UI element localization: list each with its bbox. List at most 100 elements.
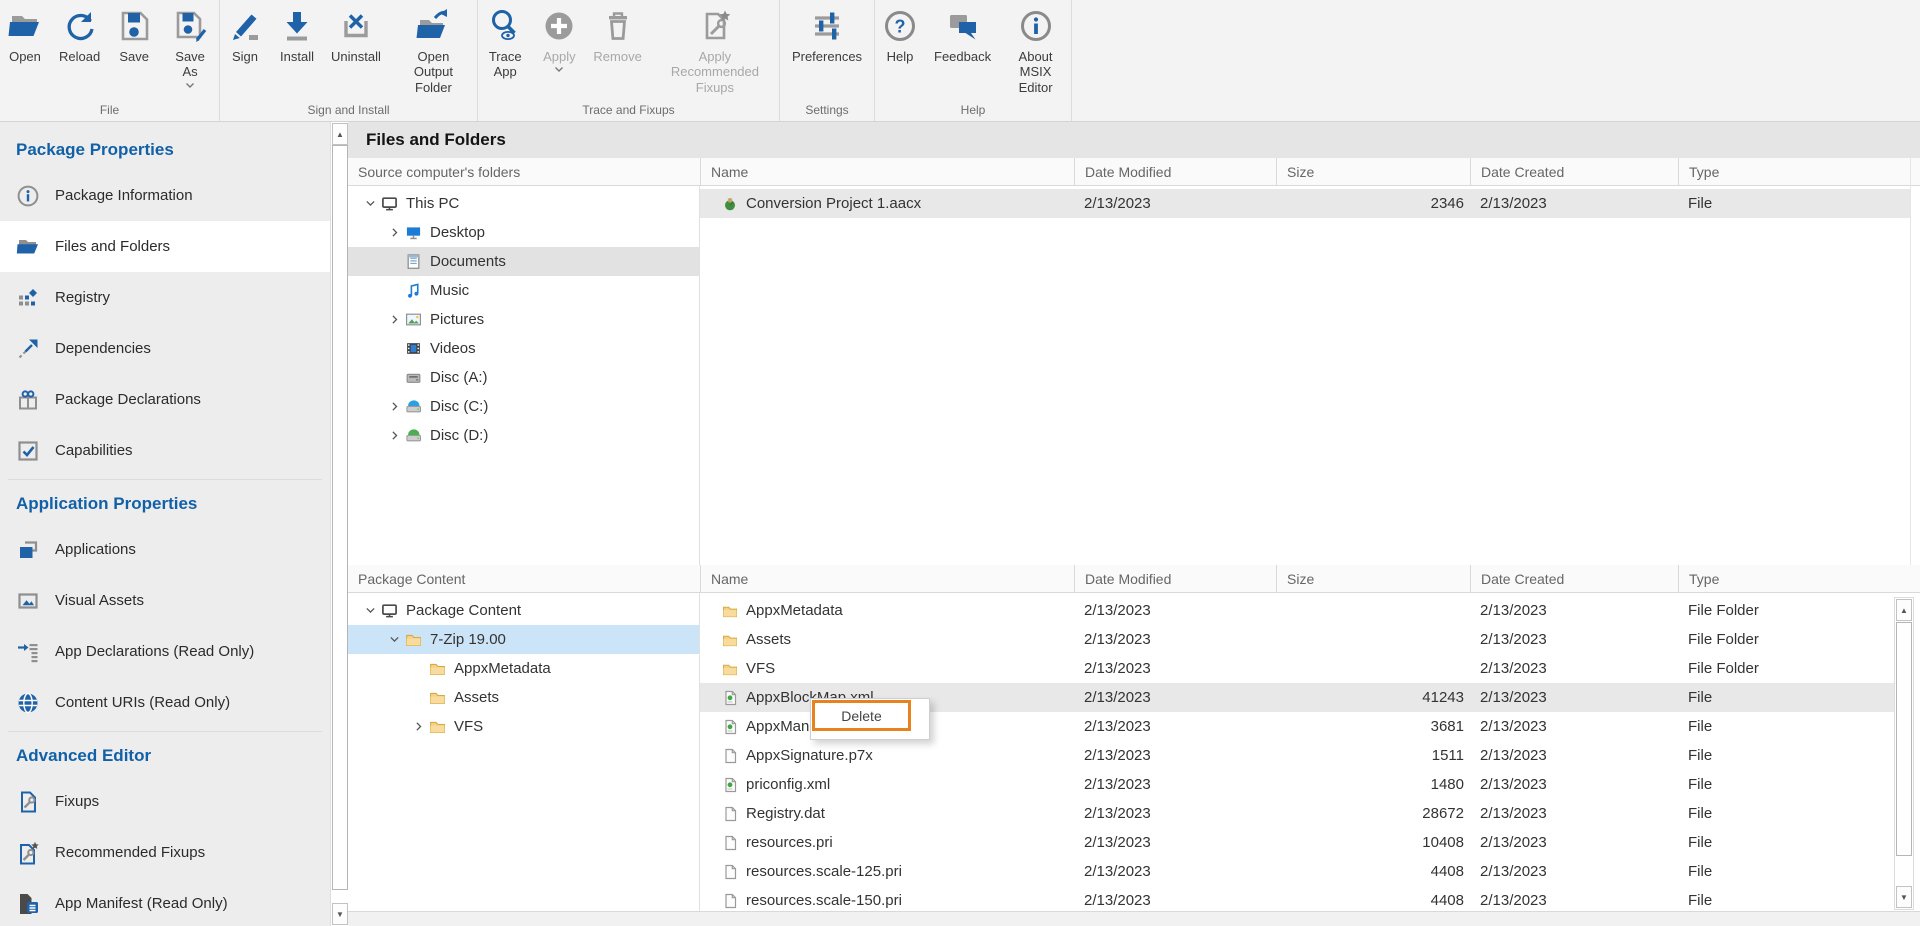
column-header-name[interactable]: Name bbox=[700, 565, 1074, 592]
button-label: Trace App bbox=[485, 49, 525, 80]
column-header-date-created[interactable]: Date Created bbox=[1470, 158, 1678, 185]
sign-button[interactable]: Sign bbox=[220, 6, 270, 95]
feedback-button[interactable]: Feedback bbox=[927, 6, 998, 95]
column-header-type[interactable]: Type bbox=[1678, 158, 1920, 185]
scrollbar-thumb[interactable] bbox=[1896, 622, 1912, 856]
table-row[interactable]: resources.scale-125.pri 2/13/2023 4408 2… bbox=[700, 857, 1900, 886]
tree-header[interactable]: Package Content bbox=[348, 565, 700, 592]
scroll-down-button[interactable]: ▼ bbox=[332, 903, 348, 925]
file-type: File Folder bbox=[1678, 602, 1900, 619]
scrollbar-thumb[interactable] bbox=[332, 145, 348, 890]
table-row[interactable]: VFS 2/13/2023 2/13/2023 File Folder bbox=[700, 654, 1900, 683]
sidebar-scrollbar[interactable]: ▲ ▼ bbox=[330, 122, 349, 926]
chevron-down-icon[interactable] bbox=[360, 604, 380, 618]
tree-item-this-pc[interactable]: This PC bbox=[348, 189, 699, 218]
table-row[interactable]: Assets 2/13/2023 2/13/2023 File Folder bbox=[700, 625, 1900, 654]
about-msix-editor-button[interactable]: About MSIX Editor bbox=[1000, 6, 1071, 95]
sidebar-item-label: Dependencies bbox=[55, 340, 151, 357]
ribbon-group-label: Help bbox=[875, 103, 1071, 117]
sidebar-item-fixups[interactable]: Fixups bbox=[0, 776, 330, 827]
date-modified: 2/13/2023 bbox=[1074, 805, 1276, 822]
tree-item-disc-d[interactable]: Disc (D:) bbox=[348, 421, 699, 450]
ribbon-group-label: Settings bbox=[780, 103, 874, 117]
table-row[interactable]: AppxSignature.p7x 2/13/2023 1511 2/13/20… bbox=[700, 741, 1900, 770]
tree-item-assets[interactable]: Assets bbox=[348, 683, 699, 712]
table-row[interactable]: AppxMetadata 2/13/2023 2/13/2023 File Fo… bbox=[700, 596, 1900, 625]
tree-item-desktop[interactable]: Desktop bbox=[348, 218, 699, 247]
apply-recommended-fixups-button[interactable]: Apply Recommended Fixups bbox=[651, 6, 779, 95]
column-header-date-modified[interactable]: Date Modified bbox=[1074, 158, 1276, 185]
tree-item-disc-a[interactable]: Disc (A:) bbox=[348, 363, 699, 392]
trace-app-button[interactable]: Trace App bbox=[478, 6, 532, 95]
sidebar-item-visual-assets[interactable]: Visual Assets bbox=[0, 575, 330, 626]
tree-header[interactable]: Source computer's folders bbox=[348, 158, 700, 185]
save-button[interactable]: Save bbox=[109, 6, 159, 89]
scroll-up-button[interactable]: ▲ bbox=[332, 123, 348, 145]
column-header-date-created[interactable]: Date Created bbox=[1470, 565, 1678, 592]
sidebar-item-registry[interactable]: Registry bbox=[0, 272, 330, 323]
tree-item-label: Pictures bbox=[430, 311, 484, 328]
reload-button[interactable]: Reload bbox=[52, 6, 107, 89]
table-row[interactable]: priconfig.xml 2/13/2023 1480 2/13/2023 F… bbox=[700, 770, 1900, 799]
tree-item-7zip[interactable]: 7-Zip 19.00 bbox=[348, 625, 699, 654]
sidebar-item-files-and-folders[interactable]: Files and Folders bbox=[0, 221, 330, 272]
folder-icon bbox=[405, 631, 422, 648]
preferences-button[interactable]: Preferences bbox=[785, 6, 869, 64]
sidebar-item-recommended-fixups[interactable]: Recommended Fixups bbox=[0, 827, 330, 878]
sidebar-item-package-information[interactable]: Package Information bbox=[0, 170, 330, 221]
tree-item-music[interactable]: Music bbox=[348, 276, 699, 305]
tree-item-documents[interactable]: Documents bbox=[348, 247, 699, 276]
tree-item-appxmetadata[interactable]: AppxMetadata bbox=[348, 654, 699, 683]
tree-item-videos[interactable]: Videos bbox=[348, 334, 699, 363]
uninstall-button[interactable]: Uninstall bbox=[324, 6, 388, 95]
column-header-name[interactable]: Name bbox=[700, 158, 1074, 185]
table-row[interactable]: Registry.dat 2/13/2023 28672 2/13/2023 F… bbox=[700, 799, 1900, 828]
sidebar-item-content-uris[interactable]: Content URIs (Read Only) bbox=[0, 677, 330, 728]
open-output-folder-button[interactable]: Open Output Folder bbox=[390, 6, 477, 95]
sidebar-item-capabilities[interactable]: Capabilities bbox=[0, 425, 330, 476]
date-created: 2/13/2023 bbox=[1470, 776, 1678, 793]
column-header-date-modified[interactable]: Date Modified bbox=[1074, 565, 1276, 592]
open-button[interactable]: Open bbox=[0, 6, 50, 89]
column-header-type[interactable]: Type bbox=[1678, 565, 1920, 592]
scroll-down-button[interactable]: ▼ bbox=[1896, 886, 1912, 908]
table-scrollbar[interactable]: ▲ ▼ bbox=[1894, 597, 1914, 910]
source-folders-tree: This PC Desktop Documents Music bbox=[348, 186, 700, 565]
apply-button[interactable]: Apply bbox=[534, 6, 584, 95]
save-as-button[interactable]: Save As bbox=[161, 6, 219, 89]
help-button[interactable]: Help bbox=[875, 6, 925, 95]
chevron-right-icon[interactable] bbox=[384, 313, 404, 327]
chevron-right-icon[interactable] bbox=[384, 400, 404, 414]
file-type: File bbox=[1678, 805, 1900, 822]
tree-item-pictures[interactable]: Pictures bbox=[348, 305, 699, 334]
tree-item-disc-c[interactable]: Disc (C:) bbox=[348, 392, 699, 421]
desktop-icon bbox=[405, 224, 422, 241]
table-row[interactable]: Conversion Project 1.aacx 2/13/2023 2346… bbox=[700, 189, 1910, 218]
chevron-right-icon[interactable] bbox=[384, 429, 404, 443]
chevron-down-icon[interactable] bbox=[185, 82, 195, 89]
chevron-down-icon[interactable] bbox=[384, 633, 404, 647]
install-button[interactable]: Install bbox=[272, 6, 322, 95]
chevron-down-icon[interactable] bbox=[360, 197, 380, 211]
scroll-up-button[interactable]: ▲ bbox=[1896, 599, 1912, 621]
table-row[interactable]: resources.pri 2/13/2023 10408 2/13/2023 … bbox=[700, 828, 1900, 857]
column-header-size[interactable]: Size bbox=[1276, 565, 1470, 592]
chevron-right-icon[interactable] bbox=[384, 226, 404, 240]
sidebar-item-app-manifest[interactable]: App Manifest (Read Only) bbox=[0, 878, 330, 926]
sidebar-item-app-declarations[interactable]: App Declarations (Read Only) bbox=[0, 626, 330, 677]
sidebar-item-package-declarations[interactable]: Package Declarations bbox=[0, 374, 330, 425]
sidebar-item-applications[interactable]: Applications bbox=[0, 524, 330, 575]
remove-button[interactable]: Remove bbox=[586, 6, 648, 95]
sidebar-item-dependencies[interactable]: Dependencies bbox=[0, 323, 330, 374]
chevron-right-icon[interactable] bbox=[408, 720, 428, 734]
chevron-down-icon[interactable] bbox=[554, 66, 564, 73]
tree-item-vfs[interactable]: VFS bbox=[348, 712, 699, 741]
button-label: Save As bbox=[168, 49, 212, 80]
package-files-table: AppxMetadata 2/13/2023 2/13/2023 File Fo… bbox=[700, 593, 1900, 912]
sidebar-item-label: App Manifest (Read Only) bbox=[55, 895, 228, 912]
tree-item-package-content[interactable]: Package Content bbox=[348, 596, 699, 625]
context-menu-item-delete[interactable]: Delete bbox=[812, 700, 911, 731]
column-header-size[interactable]: Size bbox=[1276, 158, 1470, 185]
tree-item-label: Disc (D:) bbox=[430, 427, 488, 444]
file-type: File Folder bbox=[1678, 660, 1900, 677]
